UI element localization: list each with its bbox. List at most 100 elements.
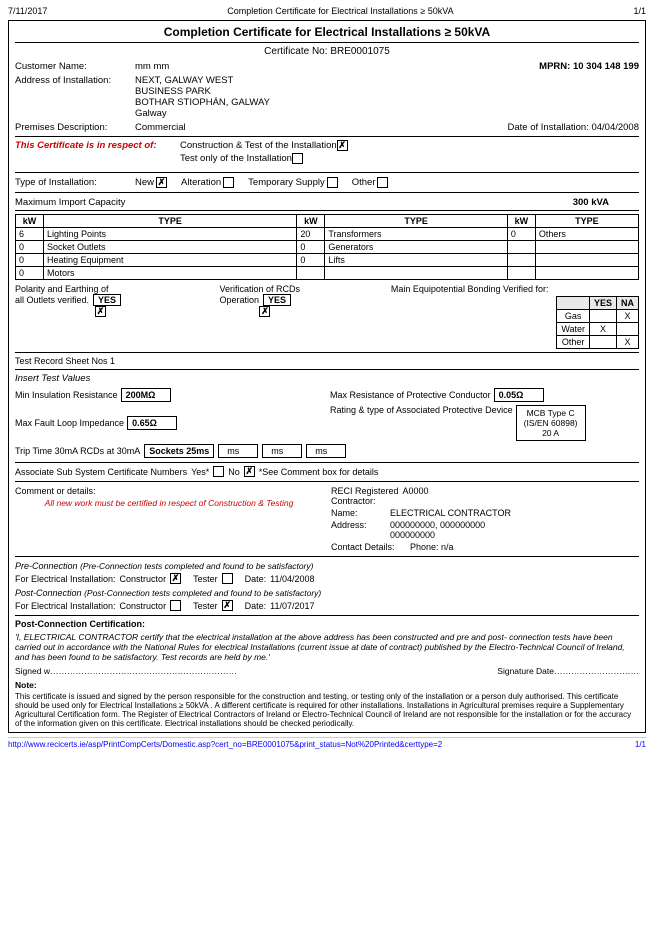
certification-section: Post-Connection Certification: 'I, ELECT… <box>15 615 639 728</box>
premises-row: Premises Description: Commercial Date of… <box>15 122 639 137</box>
test-only-label: Test only of the Installation <box>180 153 292 164</box>
cert-no: Certificate No: BRE0001075 <box>15 46 639 57</box>
page: 7/11/2017 Completion Certificate for Ele… <box>0 0 654 925</box>
comment-left: Comment or details: All new work must be… <box>15 486 323 552</box>
cell-type2-r4 <box>325 267 507 280</box>
respect-prefix: This Certificate is <box>15 140 97 151</box>
main-content: Completion Certificate for Electrical In… <box>8 20 646 733</box>
sub-system-row: Associate Sub System Certificate Numbers… <box>15 466 639 482</box>
date-label: Date of Installation: <box>507 122 588 133</box>
trip-row: Trip Time 30mA RCDs at 30mA Sockets 25ms… <box>15 444 639 463</box>
bond-th-empty <box>557 297 590 310</box>
premises-label: Premises Description: <box>15 122 135 133</box>
premises-value: Commercial <box>135 122 507 133</box>
name-row: Name: ELECTRICAL CONTRACTOR <box>331 508 639 518</box>
cell-kw2-r3: 0 <box>297 254 325 267</box>
comment-note: All new work must be certified in respec… <box>15 498 323 508</box>
cell-kw2-r2: 0 <box>297 241 325 254</box>
pre-tester-checkbox <box>222 573 233 584</box>
ms3: ms <box>306 444 346 458</box>
sub-no-label: No <box>228 467 240 477</box>
construction-label: Construction & Test of the Installation <box>180 140 337 151</box>
pre-date-label: Date: <box>245 574 267 584</box>
bond-th-na: NA <box>617 297 639 310</box>
sub-note: *See Comment box for details <box>259 467 379 477</box>
ms2: ms <box>262 444 302 458</box>
verif-block: Verification of RCDs Operation YES <box>219 284 384 317</box>
sub-yes-checkbox <box>213 466 224 477</box>
polarity-yes: YES <box>93 294 121 306</box>
cell-kw3-r4 <box>507 267 535 280</box>
min-insulation-label: Min Insulation Resistance <box>15 390 118 400</box>
address-label: Address of Installation: <box>15 75 135 119</box>
customer-label: Customer Name: <box>15 61 135 72</box>
test-only-item: Test only of the Installation <box>180 153 348 164</box>
top-title: Completion Certificate for Electrical In… <box>227 6 453 16</box>
max-fault-label: Max Fault Loop Impedance <box>15 418 124 428</box>
bond-label: Main Equipotential Bonding Verified for: <box>391 284 639 294</box>
install-new-checkbox <box>156 177 167 188</box>
install-temp: Temporary Supply <box>248 177 338 188</box>
verif-label2: Operation <box>219 295 259 305</box>
mprn: MPRN: 10 304 148 199 <box>539 61 639 72</box>
pre-connection-section: Pre-Connection (Pre-Connection tests com… <box>15 561 639 584</box>
address-reci-value: 000000000, 000000000000000000 <box>390 520 485 540</box>
th-kw1: kW <box>16 215 44 228</box>
pre-label: For Electrical Installation: <box>15 574 116 584</box>
test-row1: Min Insulation Resistance 200MΩ Max Resi… <box>15 388 639 402</box>
th-type2: TYPE <box>325 215 507 228</box>
install-new: New <box>135 177 167 188</box>
pre-connection-title: Pre-Connection (Pre-Connection tests com… <box>15 561 639 571</box>
cell-type3-r4 <box>535 267 638 280</box>
contact-label: Contact Details: <box>331 542 406 552</box>
install-temp-label: Temporary Supply <box>248 177 325 188</box>
table-row: 0 Socket Outlets 0 Generators <box>16 241 639 254</box>
test-record-row: Test Record Sheet Nos 1 <box>15 356 639 370</box>
install-new-label: New <box>135 177 154 188</box>
polarity-x-row <box>95 306 213 317</box>
install-alteration: Alteration <box>181 177 234 188</box>
table-row: 0 Motors <box>16 267 639 280</box>
bond-gas-yes <box>589 310 616 323</box>
install-other-checkbox <box>377 177 388 188</box>
install-alteration-label: Alteration <box>181 177 221 188</box>
top-date: 7/11/2017 <box>8 6 47 16</box>
respect-row: This Certificate is in respect of: Const… <box>15 140 639 166</box>
th-type3: TYPE <box>535 215 638 228</box>
checkbox-row: Construction & Test of the Installation … <box>180 140 348 166</box>
date-value-text: 04/04/2008 <box>591 122 639 133</box>
cell-type3-r1: Others <box>535 228 638 241</box>
customer-value: mm mm <box>135 61 539 72</box>
cell-kw1-r2: 0 <box>16 241 44 254</box>
post-tester-checkbox <box>222 600 233 611</box>
comment-right: RECI RegisteredContractor: A0000 Name: E… <box>331 486 639 552</box>
cert-title: Completion Certificate for Electrical In… <box>15 25 639 43</box>
install-other-label: Other <box>352 177 376 188</box>
cert-para: 'I, ELECTRICAL CONTRACTOR certify that t… <box>15 632 639 662</box>
cell-type1-r2: Socket Outlets <box>44 241 297 254</box>
bond-label1: Main Equipotential <box>391 284 465 294</box>
reci-value: A0000 <box>403 486 429 506</box>
bond-label2: Bonding Verified for: <box>467 284 548 294</box>
verif-x-row <box>259 306 384 317</box>
polarity-yes-row: all Outlets verified. YES <box>15 294 213 306</box>
signed-row: Signed w………………………………………………………… Signature… <box>15 666 639 676</box>
post-connection-row: For Electrical Installation: Constructor… <box>15 600 639 611</box>
contact-row: Contact Details: Phone: n/a <box>331 542 639 552</box>
bond-block: Main Equipotential Bonding Verified for:… <box>391 284 639 349</box>
ms1: ms <box>218 444 258 458</box>
install-other: Other <box>352 177 389 188</box>
min-insulation-value: 200MΩ <box>121 388 171 402</box>
table-row: Water X <box>557 323 639 336</box>
th-kw3: kW <box>507 215 535 228</box>
reci-row: RECI RegisteredContractor: A0000 <box>331 486 639 506</box>
address-line4: Galway <box>135 108 639 119</box>
mic-label: Maximum Import Capacity <box>15 197 573 208</box>
address-line1: NEXT, GALWAY WEST <box>135 75 639 86</box>
max-fault-row: Max Fault Loop Impedance 0.65Ω <box>15 405 324 441</box>
address-value: NEXT, GALWAY WEST BUSINESS PARK BOTHAR S… <box>135 75 639 119</box>
cell-kw3-r2 <box>507 241 535 254</box>
bond-water-yes: X <box>589 323 616 336</box>
cell-type1-r4: Motors <box>44 267 297 280</box>
sub-yes-label: Yes* <box>191 467 209 477</box>
